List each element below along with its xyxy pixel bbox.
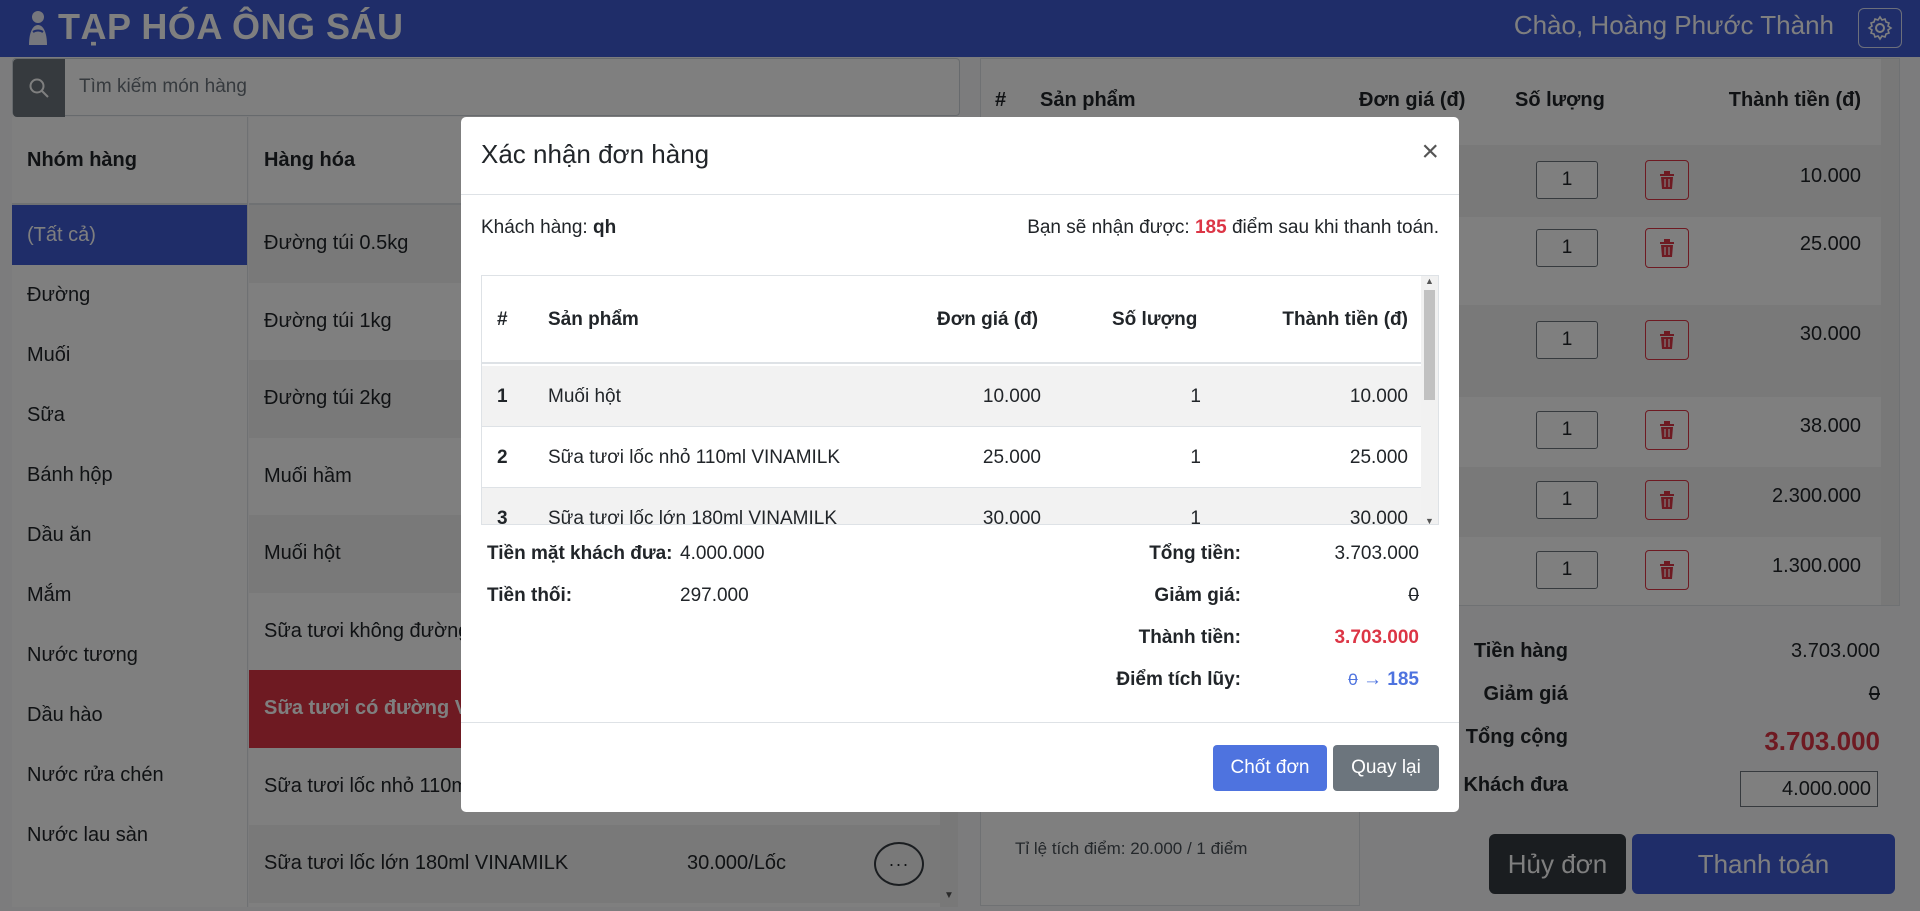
loyalty-to: 185 — [1387, 669, 1419, 690]
confirm-order-button[interactable]: Chốt đơn — [1213, 745, 1327, 791]
change-value: 297.000 — [680, 585, 749, 606]
cash-given-label: Tiền mặt khách đưa: — [487, 543, 673, 564]
col-unit-price: Đơn giá (đ) — [937, 309, 1039, 330]
row-total: 30.000 — [1349, 508, 1408, 525]
row-product: Sữa tươi lốc nhỏ 110ml VINAMILK — [548, 447, 841, 468]
modal-total-value: 3.703.000 — [1334, 543, 1419, 564]
col-num: # — [497, 309, 508, 330]
row-total: 10.000 — [1349, 386, 1408, 407]
customer-line: Khách hàng: qh — [481, 217, 616, 239]
col-qty: Số lượng — [1112, 309, 1198, 330]
change-label: Tiền thối: — [487, 585, 573, 606]
row-num: 2 — [497, 447, 508, 468]
loyalty-points-value: 0 → 185 — [1348, 669, 1419, 691]
final-amount-value: 3.703.000 — [1334, 627, 1419, 648]
scroll-down-icon[interactable]: ▼ — [1425, 516, 1434, 524]
modal-header: Xác nhận đơn hàng × — [461, 117, 1459, 195]
row-product: Sữa tươi lốc lớn 180ml VINAMILK — [548, 508, 838, 525]
customer-name: qh — [592, 217, 617, 238]
col-total: Thành tiền (đ) — [1282, 309, 1408, 330]
row-qty: 1 — [1190, 447, 1201, 468]
loyalty-from: 0 — [1348, 670, 1358, 689]
table-row: 3 Sữa tươi lốc lớn 180ml VINAMILK 30.000… — [482, 488, 1423, 525]
back-button[interactable]: Quay lại — [1333, 745, 1439, 791]
modal-footer: Chốt đơn Quay lại — [461, 722, 1459, 812]
table-row: 1 Muối hột 10.000 1 10.000 — [482, 366, 1423, 427]
row-total: 25.000 — [1349, 447, 1408, 468]
modal-total-label: Tổng tiền: — [1149, 543, 1241, 564]
points-earned-line: Bạn sẽ nhận được: 185 điểm sau khi thanh… — [1027, 217, 1439, 239]
order-items-table: # Sản phẩm Đơn giá (đ) Số lượng Thành ti… — [481, 275, 1439, 525]
table-row: 2 Sữa tươi lốc nhỏ 110ml VINAMILK 25.000… — [482, 427, 1423, 488]
col-product: Sản phẩm — [548, 309, 639, 330]
final-amount-label: Thành tiền: — [1138, 627, 1241, 648]
row-unit-price: 30.000 — [982, 508, 1041, 525]
row-num: 1 — [497, 386, 508, 407]
points-suffix: điểm sau khi thanh toán. — [1231, 217, 1439, 238]
row-product: Muối hột — [548, 386, 621, 407]
loyalty-points-label: Điểm tích lũy: — [1116, 669, 1241, 690]
table-scrollbar[interactable]: ▲ ▼ — [1421, 276, 1438, 524]
cash-given-value: 4.000.000 — [680, 543, 765, 564]
row-unit-price: 10.000 — [982, 386, 1041, 407]
points-value: 185 — [1194, 217, 1227, 238]
points-prefix: Bạn sẽ nhận được: — [1027, 217, 1190, 238]
row-num: 3 — [497, 508, 508, 525]
close-icon[interactable]: × — [1421, 137, 1439, 167]
modal-discount-value: 0 — [1408, 585, 1419, 606]
scrollbar-thumb[interactable] — [1424, 290, 1435, 400]
modal-discount-label: Giảm giá: — [1154, 585, 1241, 606]
arrow-right-icon: → — [1363, 669, 1383, 690]
row-qty: 1 — [1190, 386, 1201, 407]
order-items-header: # Sản phẩm Đơn giá (đ) Số lượng Thành ti… — [482, 276, 1423, 364]
row-unit-price: 25.000 — [982, 447, 1041, 468]
confirm-order-modal: Xác nhận đơn hàng × Khách hàng: qh Bạn s… — [461, 117, 1459, 812]
row-qty: 1 — [1190, 508, 1201, 525]
customer-label: Khách hàng: — [481, 217, 588, 238]
scroll-up-icon[interactable]: ▲ — [1425, 276, 1434, 286]
modal-title: Xác nhận đơn hàng — [481, 139, 710, 169]
